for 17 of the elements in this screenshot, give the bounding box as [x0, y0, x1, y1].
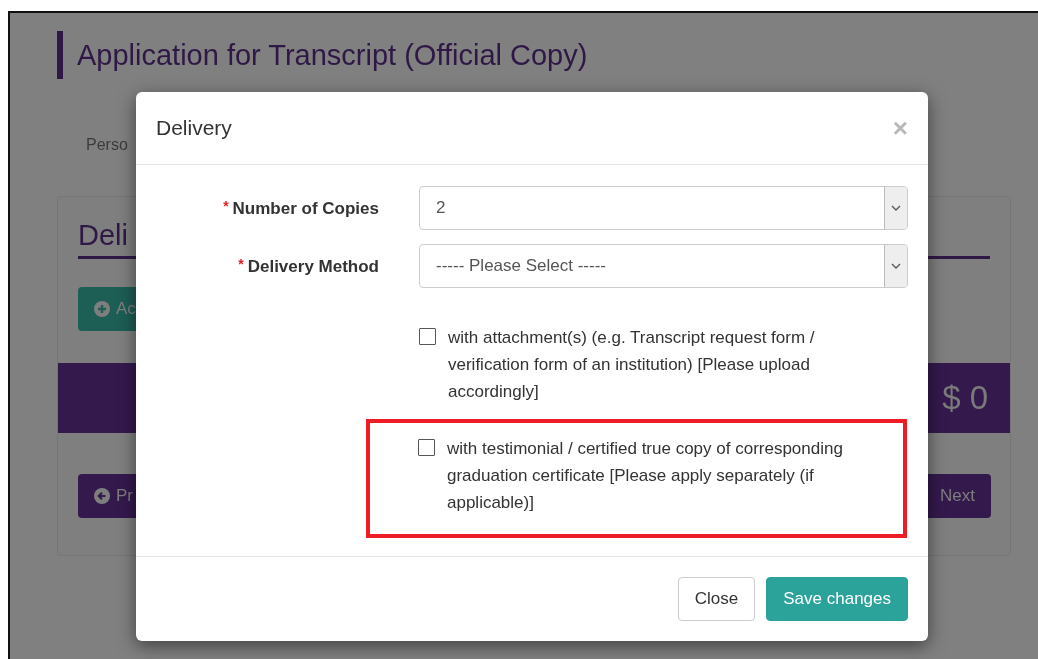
dialog-title: Delivery — [156, 116, 232, 140]
plus-circle-icon — [94, 301, 110, 317]
total-amount: $ 0 — [942, 379, 988, 417]
save-button[interactable]: Save changes — [766, 576, 908, 621]
close-button[interactable]: Close — [677, 576, 756, 621]
chevron-down-icon — [884, 187, 907, 229]
title-accent-bar — [57, 31, 63, 79]
option-label: with attachment(s) (e.g. Transcript request form / verification form of an institution) [Please upload accordingly] — [448, 327, 816, 403]
option-label: with testimonial / certified true copy of corresponding graduation certificate [Please apply separately (if applicable)] — [447, 438, 844, 514]
field-label: $^{*}$ Number of Copies — [222, 197, 379, 219]
checkbox[interactable] — [419, 328, 436, 345]
page-title: Application for Transcript (Official Copy) — [77, 38, 588, 72]
arrow-left-circle-icon — [94, 488, 110, 504]
dropdown-field[interactable]: ----- Please Select ----- — [419, 244, 908, 288]
chevron-down-icon — [884, 245, 907, 287]
dropdown-field[interactable]: 2 — [419, 186, 908, 230]
checkbox[interactable] — [418, 439, 435, 456]
